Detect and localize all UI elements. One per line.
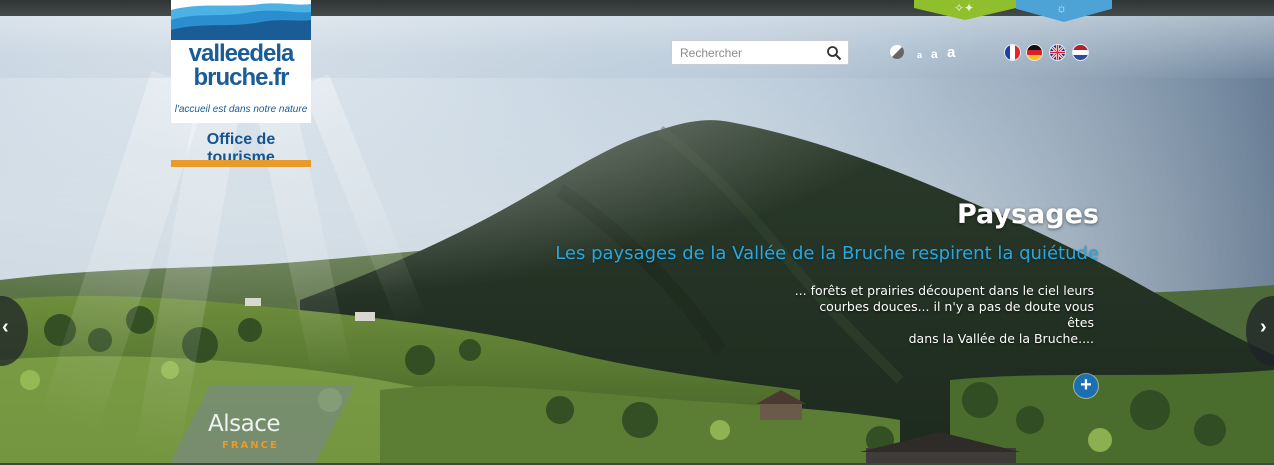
contrast-icon[interactable] [890,45,904,59]
logo-tagline: l'accueil est dans notre nature [174,104,308,115]
site-logo[interactable]: valleedela bruche.fr l'accueil est dans … [171,0,311,123]
slide-description: ... forêts et prairies découpent dans le… [794,283,1094,347]
mountains-logo-icon [171,3,311,40]
slide-description-line: dans la Vallée de la Bruche.... [908,331,1094,346]
slide-description-line: ... forêts et prairies découpent dans le… [794,283,1094,298]
logo-wordmark: valleedela bruche.fr [171,42,311,90]
flag-fr-icon[interactable] [1005,45,1020,60]
chevron-left-icon: ‹ [2,316,9,338]
stars-icon: ✧✦ [954,1,975,15]
flag-nl-icon[interactable] [1073,45,1088,60]
read-more-button[interactable]: + [1074,374,1098,398]
font-size-medium[interactable]: a [931,48,938,60]
slide-title: Paysages [956,199,1099,230]
slide-description-line: courbes douces... il n'y a pas de doute … [819,299,1094,330]
font-size-small[interactable]: a [917,51,922,60]
flag-de-icon[interactable] [1027,45,1042,60]
slide-subtitle: Les paysages de la Vallée de la Bruche r… [555,243,1099,264]
alsace-brand-logo[interactable]: Alsace [208,411,281,437]
union-jack-pattern [1050,45,1065,60]
font-size-large[interactable]: a [947,45,955,60]
lightbulb-icon: ☼ [1056,1,1067,15]
search-box[interactable] [671,40,849,65]
logo-line-1: valleedela [188,40,295,67]
search-input[interactable] [680,42,820,63]
alsace-country-label: FRANCE [222,440,279,451]
logo-underline [171,160,311,167]
flag-en-icon[interactable] [1050,45,1065,60]
chevron-right-icon: › [1260,316,1267,338]
search-icon[interactable] [826,45,842,61]
logo-line-2: bruche.fr [193,64,289,91]
